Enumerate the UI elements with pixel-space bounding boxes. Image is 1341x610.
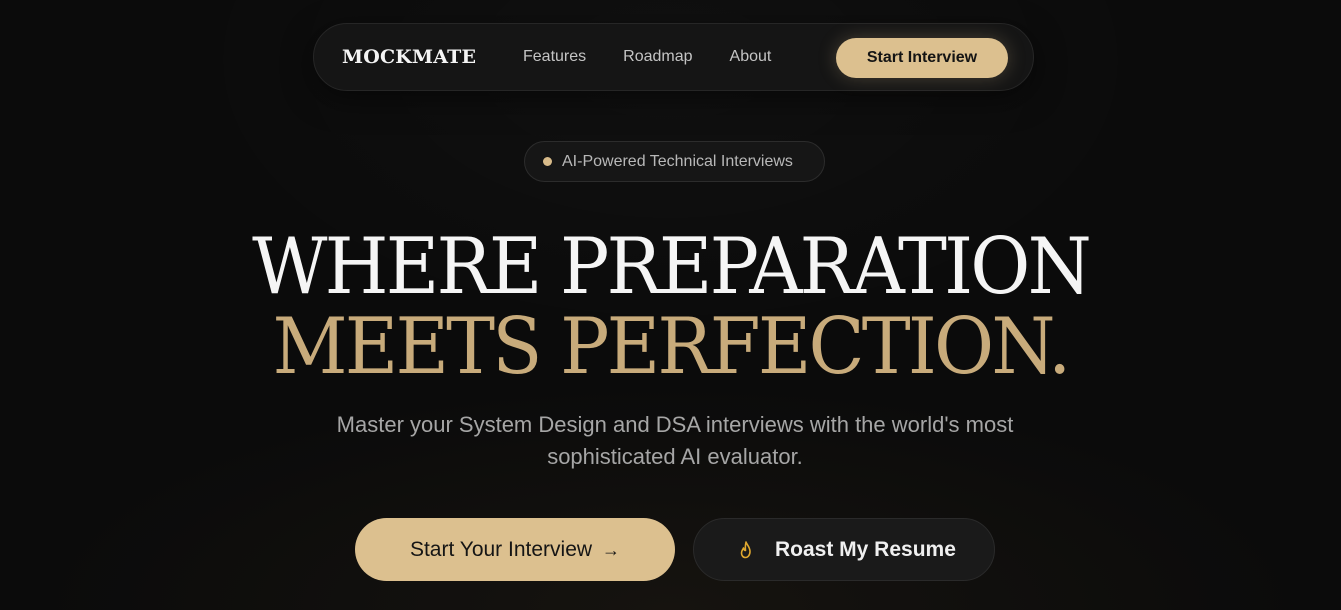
nav-link-features[interactable]: Features: [523, 48, 586, 66]
hero-subtitle: Master your System Design and DSA interv…: [336, 412, 1014, 469]
brand-logo[interactable]: MOCKMATE: [342, 46, 476, 68]
start-interview-button[interactable]: Start Interview: [836, 38, 1008, 78]
badge-text: AI-Powered Technical Interviews: [562, 153, 793, 170]
top-navbar: MOCKMATE Features Roadmap About Start In…: [313, 23, 1034, 91]
feature-badge: AI-Powered Technical Interviews: [524, 141, 825, 182]
flame-icon: [740, 541, 751, 559]
roast-my-resume-button[interactable]: Roast My Resume: [693, 518, 995, 581]
nav-links: Features Roadmap About: [523, 48, 771, 66]
start-your-interview-button[interactable]: Start Your Interview →: [355, 518, 675, 581]
roast-my-resume-label: Roast My Resume: [775, 538, 956, 561]
start-your-interview-label: Start Your Interview: [409, 538, 593, 561]
nav-link-roadmap[interactable]: Roadmap: [623, 48, 692, 66]
hero-headline-line1: WHERE PREPARATION: [252, 222, 1092, 312]
arrow-right-icon: →: [602, 540, 621, 560]
hero-headline-line2: MEETS PERFECTION.: [272, 302, 1072, 392]
nav-link-about[interactable]: About: [730, 48, 772, 66]
badge-dot-icon: [543, 157, 552, 166]
